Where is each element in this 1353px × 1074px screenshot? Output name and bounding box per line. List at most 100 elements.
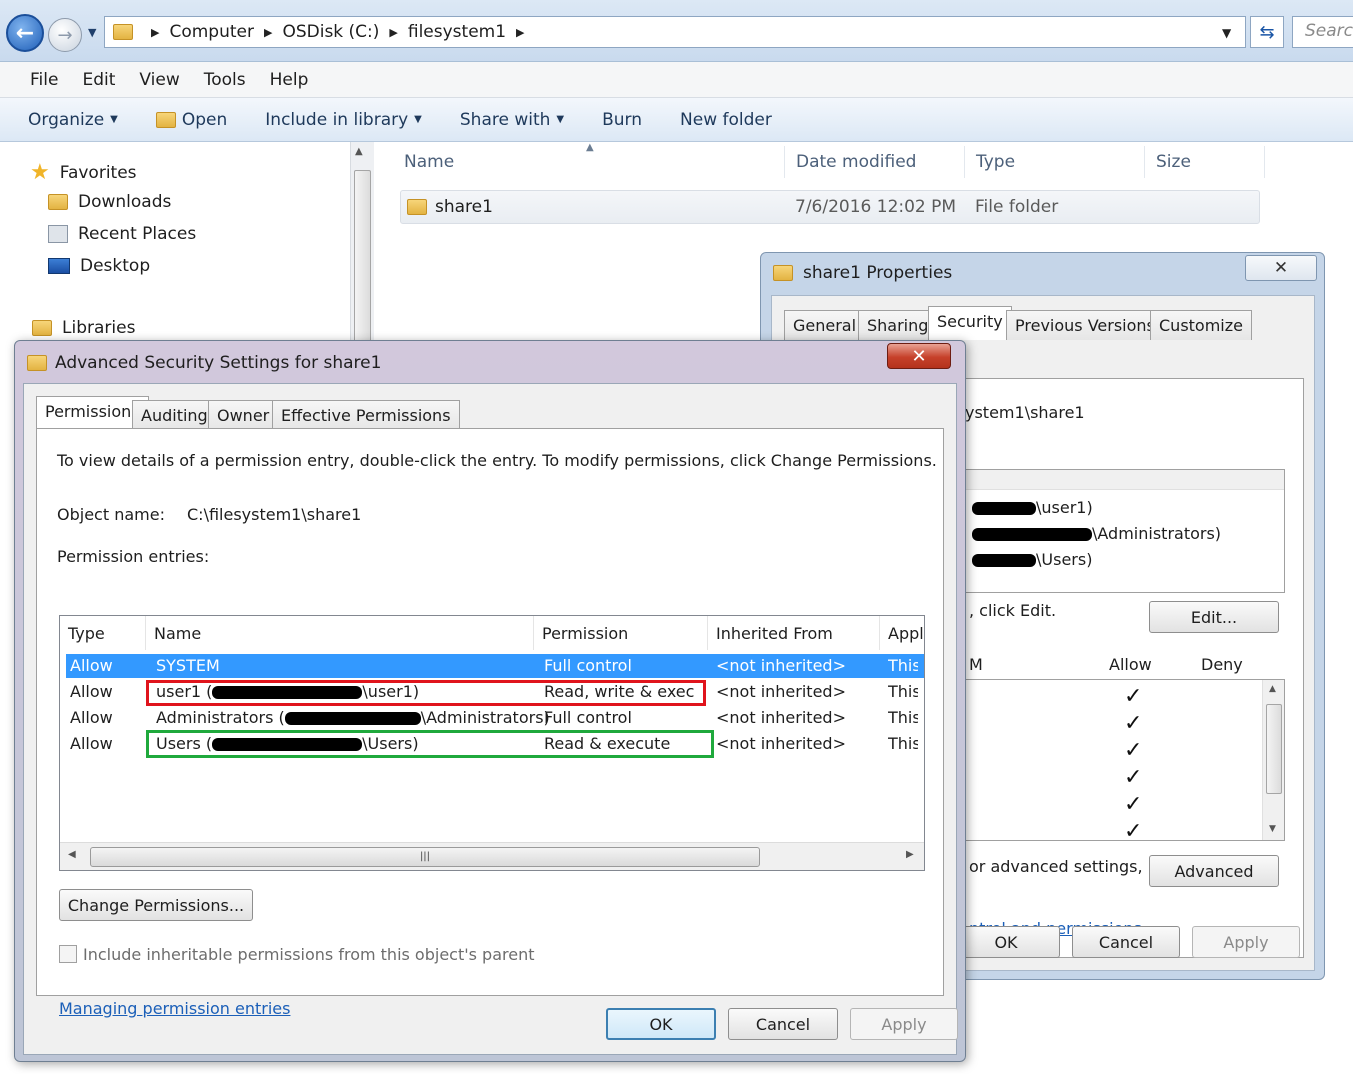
tab-previous-versions[interactable]: Previous Versions: [1006, 310, 1164, 340]
nav-favorites[interactable]: ★ Favorites: [30, 160, 137, 185]
include-in-library-button[interactable]: Include in library ▼: [265, 110, 422, 130]
header-inherited-from[interactable]: Inherited From: [708, 616, 880, 650]
props-ok-button[interactable]: OK: [952, 926, 1060, 958]
breadcrumb-arrow-icon[interactable]: ▶: [151, 26, 159, 39]
scroll-right-icon[interactable]: ▶: [906, 849, 914, 860]
adv-apply-button[interactable]: Apply: [850, 1008, 958, 1040]
horizontal-scroll-thumb[interactable]: |||: [90, 847, 760, 867]
permission-row[interactable]: Allow SYSTEM Full control <not inherited…: [66, 654, 924, 678]
check-icon: ✓: [1124, 738, 1143, 763]
edit-button[interactable]: Edit...: [1149, 601, 1279, 633]
redacted-mark: [284, 712, 421, 725]
open-button[interactable]: Open: [155, 110, 227, 130]
permissions-list[interactable]: ✓ ✓ ✓ ✓ ✓ ✓ ▲ ▼: [965, 679, 1285, 844]
permissions-scrollbar[interactable]: ▲ ▼: [1262, 680, 1284, 840]
nav-scroll-thumb[interactable]: [354, 170, 371, 346]
file-row-share1[interactable]: share1 7/6/2016 12:02 PM File folder: [400, 190, 1260, 224]
adv-ok-button[interactable]: OK: [606, 1008, 716, 1040]
menu-file[interactable]: File: [30, 70, 58, 90]
check-icon: ✓: [1124, 684, 1143, 709]
close-button[interactable]: ✕: [1245, 255, 1317, 281]
new-folder-button[interactable]: New folder: [680, 110, 772, 130]
group-item-user1[interactable]: \user1): [972, 498, 1093, 517]
group-list-header: [966, 470, 1284, 490]
breadcrumb-arrow-icon[interactable]: ▶: [264, 26, 272, 39]
search-input[interactable]: Search: [1292, 16, 1353, 48]
column-size[interactable]: Size: [1156, 152, 1191, 172]
breadcrumb-computer[interactable]: Computer: [169, 22, 254, 42]
scroll-up-icon[interactable]: ▲: [355, 146, 363, 157]
organize-button[interactable]: Organize ▼: [28, 110, 118, 130]
nav-downloads[interactable]: Downloads: [48, 192, 171, 212]
tab-general[interactable]: General: [784, 310, 866, 340]
nav-libraries[interactable]: Libraries: [32, 318, 135, 338]
column-name[interactable]: Name: [404, 152, 454, 172]
props-apply-button[interactable]: Apply: [1192, 926, 1300, 958]
header-name[interactable]: Name: [146, 616, 534, 650]
breadcrumb-osdisk[interactable]: OSDisk (C:): [282, 22, 379, 42]
column-divider[interactable]: [964, 146, 965, 178]
entry-name-suffix: \Administrators): [420, 708, 550, 727]
close-button[interactable]: ✕: [887, 343, 951, 369]
header-permission[interactable]: Permission: [534, 616, 708, 650]
nav-desktop[interactable]: Desktop: [48, 256, 150, 276]
header-apply-to[interactable]: Apply: [880, 616, 924, 650]
breadcrumb-filesystem1[interactable]: filesystem1: [408, 22, 506, 42]
group-item-users[interactable]: \Users): [972, 550, 1092, 569]
scroll-left-icon[interactable]: ◀: [68, 849, 76, 860]
chevron-down-icon: ▼: [110, 114, 118, 125]
column-type[interactable]: Type: [976, 152, 1015, 172]
check-icon: ✓: [1124, 792, 1143, 817]
nav-recent-places[interactable]: Recent Places: [48, 224, 196, 244]
tab-effective-permissions[interactable]: Effective Permissions: [272, 400, 460, 430]
entry-type: Allow: [70, 708, 113, 727]
scroll-up-icon[interactable]: ▲: [1269, 684, 1276, 694]
column-divider[interactable]: [1264, 146, 1265, 178]
menu-help[interactable]: Help: [270, 70, 309, 90]
tab-owner[interactable]: Owner: [208, 400, 279, 430]
object-name-value: C:\filesystem1\share1: [187, 505, 362, 524]
menu-tools[interactable]: Tools: [204, 70, 246, 90]
nav-scrollbar[interactable]: ▲: [350, 142, 374, 352]
adv-cancel-button[interactable]: Cancel: [728, 1008, 838, 1040]
menu-edit[interactable]: Edit: [82, 70, 115, 90]
refresh-button[interactable]: ⇆: [1250, 16, 1284, 48]
scroll-down-icon[interactable]: ▼: [1269, 824, 1276, 834]
group-item-administrators[interactable]: \Administrators): [972, 524, 1221, 543]
column-date[interactable]: Date modified: [796, 152, 916, 172]
tab-customize[interactable]: Customize: [1150, 310, 1252, 340]
redacted-mark: [972, 528, 1092, 541]
column-divider[interactable]: [1144, 146, 1145, 178]
properties-title: share1 Properties: [803, 263, 953, 283]
address-box[interactable]: ▶ Computer ▶ OSDisk (C:) ▶ filesystem1 ▶: [104, 16, 1246, 48]
header-type[interactable]: Type: [60, 616, 146, 650]
breadcrumb-arrow-icon[interactable]: ▶: [516, 26, 524, 39]
close-icon: ✕: [1273, 258, 1289, 278]
permission-entries-list[interactable]: Type Name Permission Inherited From Appl…: [59, 615, 925, 871]
advanced-button[interactable]: Advanced: [1149, 855, 1279, 887]
tab-security[interactable]: Security: [928, 306, 1012, 340]
managing-permissions-link[interactable]: Managing permission entries: [59, 999, 290, 1018]
include-inheritable-checkbox[interactable]: [59, 945, 77, 963]
column-divider[interactable]: [784, 146, 785, 178]
tab-sharing[interactable]: Sharing: [858, 310, 938, 340]
file-name: share1: [435, 197, 493, 217]
permissions-for-header: M: [969, 655, 983, 674]
props-cancel-button[interactable]: Cancel: [1072, 926, 1180, 958]
nav-favorites-label: Favorites: [59, 162, 137, 183]
horizontal-scrollbar[interactable]: ◀ ||| ▶: [60, 842, 924, 870]
address-dropdown-icon[interactable]: ▼: [1222, 26, 1231, 40]
forward-button[interactable]: →: [48, 18, 82, 52]
burn-button[interactable]: Burn: [602, 110, 642, 130]
menu-view[interactable]: View: [139, 70, 179, 90]
permission-row[interactable]: Allow Administrators (\Administrators) F…: [66, 706, 924, 730]
back-button[interactable]: ←: [6, 14, 44, 52]
permissions-scroll-thumb[interactable]: [1266, 704, 1282, 794]
tab-auditing[interactable]: Auditing: [132, 400, 217, 430]
group-list[interactable]: \user1) \Administrators) \Users): [965, 469, 1285, 593]
share-with-button[interactable]: Share with ▼: [460, 110, 564, 130]
include-inheritable-label: Include inheritable permissions from thi…: [83, 945, 535, 964]
history-dropdown-icon[interactable]: ▼: [88, 26, 96, 39]
change-permissions-button[interactable]: Change Permissions...: [59, 889, 253, 921]
breadcrumb-arrow-icon[interactable]: ▶: [389, 26, 397, 39]
